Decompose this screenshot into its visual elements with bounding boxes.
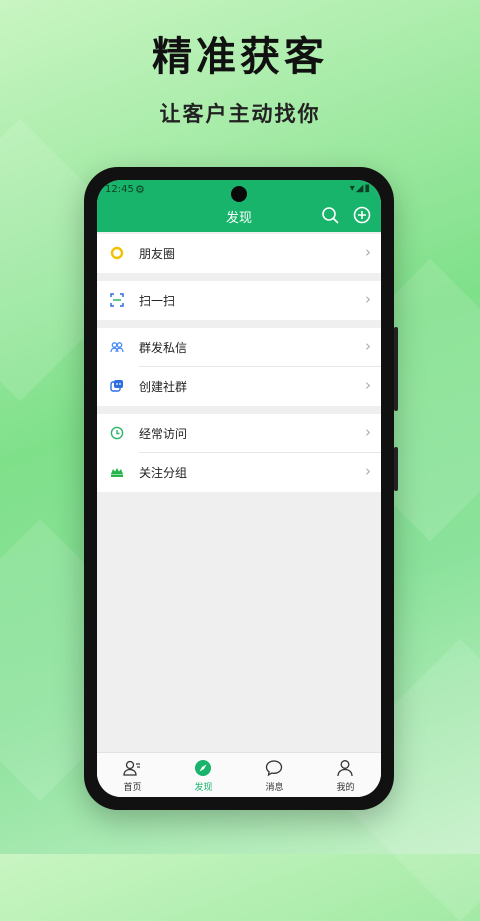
chevron-right-icon: ›	[365, 462, 371, 480]
settings-gear-icon: ⚙	[135, 183, 145, 196]
tab-messages[interactable]: 消息	[239, 753, 310, 797]
promo-title: 精准获客	[152, 34, 328, 80]
menu-item-follow-group[interactable]: 关注分组 ›	[97, 453, 381, 492]
chevron-right-icon: ›	[365, 243, 371, 261]
battery-icon: ▮	[364, 183, 371, 194]
menu-item-moments[interactable]: 朋友圈 ›	[97, 234, 381, 273]
moments-icon	[110, 246, 124, 260]
tab-label: 消息	[265, 783, 284, 793]
add-circle-icon[interactable]	[353, 206, 371, 224]
tab-label: 首页	[123, 783, 142, 793]
broadcast-icon	[110, 342, 124, 353]
chevron-right-icon: ›	[365, 337, 371, 355]
chat-icon	[265, 760, 283, 777]
chevron-right-icon: ›	[365, 423, 371, 441]
promo-subtitle: 让客户主动找你	[159, 102, 321, 126]
menu-item-label: 朋友圈	[139, 247, 176, 261]
menu-section: 经常访问 › 关注分组 ›	[97, 414, 381, 492]
search-icon[interactable]	[321, 206, 339, 224]
tab-home[interactable]: 首页	[97, 753, 168, 797]
phone-frame: 12:45 ⚙ ▾◢▮ 发现 朋友圈 › 扫一扫 › 群发私信 › 创建社群 ›…	[84, 167, 398, 810]
front-camera	[231, 186, 247, 202]
follow-group-icon	[111, 468, 123, 477]
menu-item-label: 群发私信	[139, 341, 188, 355]
phone-screen: 12:45 ⚙ ▾◢▮ 发现 朋友圈 › 扫一扫 › 群发私信 › 创建社群 ›…	[97, 180, 381, 797]
menu-item-broadcast[interactable]: 群发私信 ›	[97, 328, 381, 367]
tab-profile[interactable]: 我的	[310, 753, 381, 797]
menu-section: 扫一扫 ›	[97, 281, 381, 320]
create-group-icon	[110, 380, 123, 392]
menu-item-label: 扫一扫	[139, 294, 176, 308]
menu-item-label: 创建社群	[139, 380, 188, 394]
scan-icon	[110, 293, 124, 307]
menu-item-scan[interactable]: 扫一扫 ›	[97, 281, 381, 320]
profile-icon	[337, 760, 353, 777]
compass-icon	[195, 760, 211, 776]
menu-item-create-group[interactable]: 创建社群 ›	[97, 367, 381, 406]
status-time: 12:45	[105, 184, 134, 195]
clock-icon	[110, 426, 124, 440]
menu-section: 朋友圈 ›	[97, 234, 381, 273]
menu-item-frequent[interactable]: 经常访问 ›	[97, 414, 381, 453]
menu-item-label: 经常访问	[139, 427, 188, 441]
power-button	[394, 327, 398, 411]
tab-discover[interactable]: 发现	[168, 753, 239, 797]
bottom-tab-bar: 首页 发现 消息 我的	[97, 752, 381, 797]
menu-section: 群发私信 › 创建社群 ›	[97, 328, 381, 406]
menu-item-label: 关注分组	[139, 466, 188, 480]
volume-button	[394, 447, 398, 491]
chevron-right-icon: ›	[365, 290, 371, 308]
contacts-icon	[123, 760, 140, 776]
tab-label: 发现	[194, 783, 213, 793]
chevron-right-icon: ›	[365, 376, 371, 394]
tab-label: 我的	[336, 783, 355, 793]
